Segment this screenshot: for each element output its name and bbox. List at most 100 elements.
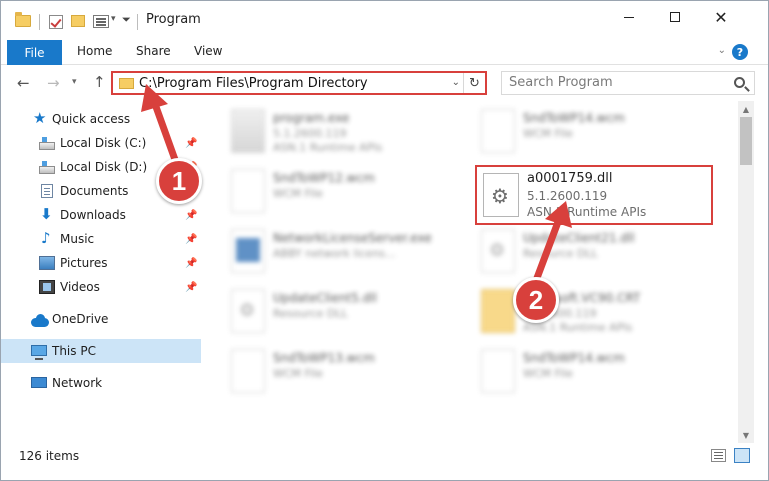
highlighted-dll-file[interactable]: a0001759.dll 5.1.2600.119 ASN.1 Runtime … bbox=[475, 165, 713, 225]
properties-check-icon[interactable] bbox=[49, 15, 63, 29]
pin-icon: 📌 bbox=[185, 209, 198, 221]
sidebar-item-label: Network bbox=[52, 376, 103, 390]
file-name: program.exe bbox=[273, 111, 350, 125]
explorer-window: ▾ ⏷ Program ✕ File Home Share View ⌄ ? ←… bbox=[0, 0, 769, 481]
properties-icon[interactable] bbox=[93, 15, 109, 28]
sidebar-item-local-disk-c[interactable]: Local Disk (C:) 📌 bbox=[1, 131, 201, 155]
sidebar-item-downloads[interactable]: ⬇ Downloads 📌 bbox=[1, 203, 201, 227]
pin-icon: 📌 bbox=[185, 281, 198, 293]
vertical-scrollbar[interactable]: ▲ ▼ bbox=[738, 101, 754, 443]
search-placeholder: Search Program bbox=[509, 75, 613, 90]
address-path[interactable]: C:\Program Files\Program Directory bbox=[139, 76, 368, 91]
address-bar[interactable]: C:\Program Files\Program Directory ⌄ ↻ bbox=[111, 71, 487, 95]
pictures-icon bbox=[39, 256, 55, 270]
file-detail: Resource DLL bbox=[273, 307, 348, 320]
sidebar-item-music[interactable]: ♪ Music 📌 bbox=[1, 227, 201, 251]
sidebar-item-label: Local Disk (C:) bbox=[60, 136, 147, 150]
scroll-thumb[interactable] bbox=[740, 117, 752, 165]
expand-ribbon-icon[interactable]: ⌄ bbox=[718, 45, 726, 56]
file-detail: 5.1.2600.119 bbox=[273, 127, 347, 140]
sidebar-item-pictures[interactable]: Pictures 📌 bbox=[1, 251, 201, 275]
file-name: SndToWP14.wcm bbox=[523, 351, 625, 365]
recent-locations-icon[interactable]: ▾ bbox=[72, 77, 77, 87]
folder-icon bbox=[481, 289, 515, 333]
scroll-up-icon[interactable]: ▲ bbox=[738, 101, 754, 117]
sidebar-item-label: Documents bbox=[60, 184, 129, 198]
scroll-down-icon[interactable]: ▼ bbox=[738, 427, 754, 443]
title-bar: ▾ ⏷ Program ✕ bbox=[1, 1, 768, 39]
refresh-icon: ↻ bbox=[469, 75, 480, 91]
folder-icon bbox=[15, 12, 31, 27]
file-item[interactable]: Microsoft.VC90.CRT 5.1.2600.119 ASN.1 Ru… bbox=[457, 285, 687, 341]
disk-icon bbox=[39, 161, 55, 174]
dll-file-icon bbox=[231, 289, 265, 333]
navigation-bar: ← → ▾ ↑ C:\Program Files\Program Directo… bbox=[1, 65, 768, 101]
sidebar-item-quick-access[interactable]: ★ Quick access bbox=[1, 107, 201, 131]
search-input[interactable]: Search Program bbox=[501, 71, 755, 95]
maximize-icon bbox=[670, 12, 680, 22]
chevron-down-icon[interactable]: ⌄ bbox=[452, 77, 460, 88]
sidebar-item-onedrive[interactable]: OneDrive bbox=[1, 307, 201, 331]
details-view-icon[interactable] bbox=[711, 449, 726, 462]
item-count: 126 items bbox=[19, 449, 80, 463]
toolbar-divider bbox=[137, 14, 138, 30]
up-arrow-icon[interactable]: ↑ bbox=[93, 73, 106, 91]
maximize-button[interactable] bbox=[652, 1, 698, 33]
file-name: SndToWP13.wcm bbox=[273, 351, 375, 365]
tab-file[interactable]: File bbox=[7, 40, 62, 65]
sidebar-item-label: Local Disk (D:) bbox=[60, 160, 148, 174]
sidebar-item-videos[interactable]: Videos 📌 bbox=[1, 275, 201, 299]
file-item[interactable]: program.exe 5.1.2600.119 ASN.1 Runtime A… bbox=[207, 105, 437, 161]
navigation-pane: ★ Quick access Local Disk (C:) 📌 Local D… bbox=[1, 101, 201, 443]
sidebar-item-network[interactable]: Network bbox=[1, 371, 201, 395]
close-button[interactable]: ✕ bbox=[698, 1, 744, 33]
file-detail: WCM File bbox=[273, 367, 323, 380]
tab-share[interactable]: Share bbox=[136, 44, 171, 58]
disk-icon bbox=[39, 137, 55, 150]
file-item[interactable]: SndToWP14.wcm WCM File bbox=[457, 105, 687, 161]
minimize-button[interactable] bbox=[606, 1, 652, 33]
file-detail: Resource DLL bbox=[523, 247, 598, 260]
search-icon[interactable] bbox=[734, 77, 745, 88]
file-item[interactable]: NetworkLicenseServer.exe ABBY network li… bbox=[207, 225, 437, 281]
file-item[interactable]: SndToWP12.wcm WCM File bbox=[207, 165, 437, 221]
file-detail: ASN.1 Runtime APIs bbox=[273, 141, 383, 154]
file-detail: ABBY network licens... bbox=[273, 247, 396, 260]
pin-icon: 📌 bbox=[185, 137, 198, 149]
tab-home[interactable]: Home bbox=[77, 44, 112, 58]
file-name: UpdateClient5.dll bbox=[273, 291, 377, 305]
dll-file-icon bbox=[483, 173, 519, 217]
file-name: SndToWP14.wcm bbox=[523, 111, 625, 125]
pin-icon: 📌 bbox=[185, 257, 198, 269]
file-icon bbox=[231, 169, 265, 213]
file-icon bbox=[231, 349, 265, 393]
customize-toolbar-icon[interactable]: ⏷ bbox=[122, 13, 131, 27]
folder-icon bbox=[119, 78, 134, 89]
sidebar-item-label: Quick access bbox=[52, 112, 131, 126]
downloads-icon: ⬇ bbox=[40, 205, 53, 223]
refresh-button[interactable]: ↻ bbox=[463, 73, 485, 93]
file-item[interactable]: UpdateClient5.dll Resource DLL bbox=[207, 285, 437, 341]
file-item[interactable]: SndToWP14.wcm WCM File bbox=[457, 345, 687, 401]
file-item[interactable]: SndToWP13.wcm WCM File bbox=[207, 345, 437, 401]
chevron-down-icon[interactable]: ▾ bbox=[111, 14, 116, 24]
file-detail: WCM File bbox=[523, 367, 573, 380]
sidebar-item-label: Videos bbox=[60, 280, 100, 294]
file-detail: ASN.1 Runtime APIs bbox=[523, 321, 633, 334]
large-icons-view-icon[interactable] bbox=[734, 448, 750, 463]
back-arrow-icon[interactable]: ← bbox=[17, 74, 30, 92]
file-icon bbox=[481, 109, 515, 153]
file-icon bbox=[481, 349, 515, 393]
help-icon[interactable]: ? bbox=[732, 44, 748, 60]
network-icon bbox=[31, 377, 47, 388]
pc-icon bbox=[31, 345, 47, 360]
file-name: NetworkLicenseServer.exe bbox=[273, 231, 432, 245]
new-folder-icon[interactable] bbox=[71, 15, 85, 27]
file-item[interactable]: UpdateClient21.dll Resource DLL bbox=[457, 225, 687, 281]
sidebar-item-label: This PC bbox=[52, 344, 96, 358]
ribbon-tabs: File Home Share View ⌄ ? bbox=[1, 39, 768, 65]
sidebar-item-this-pc[interactable]: This PC bbox=[1, 339, 201, 363]
tab-view[interactable]: View bbox=[194, 44, 222, 58]
forward-arrow-icon[interactable]: → bbox=[47, 74, 60, 92]
file-version: 5.1.2600.119 bbox=[527, 189, 608, 203]
